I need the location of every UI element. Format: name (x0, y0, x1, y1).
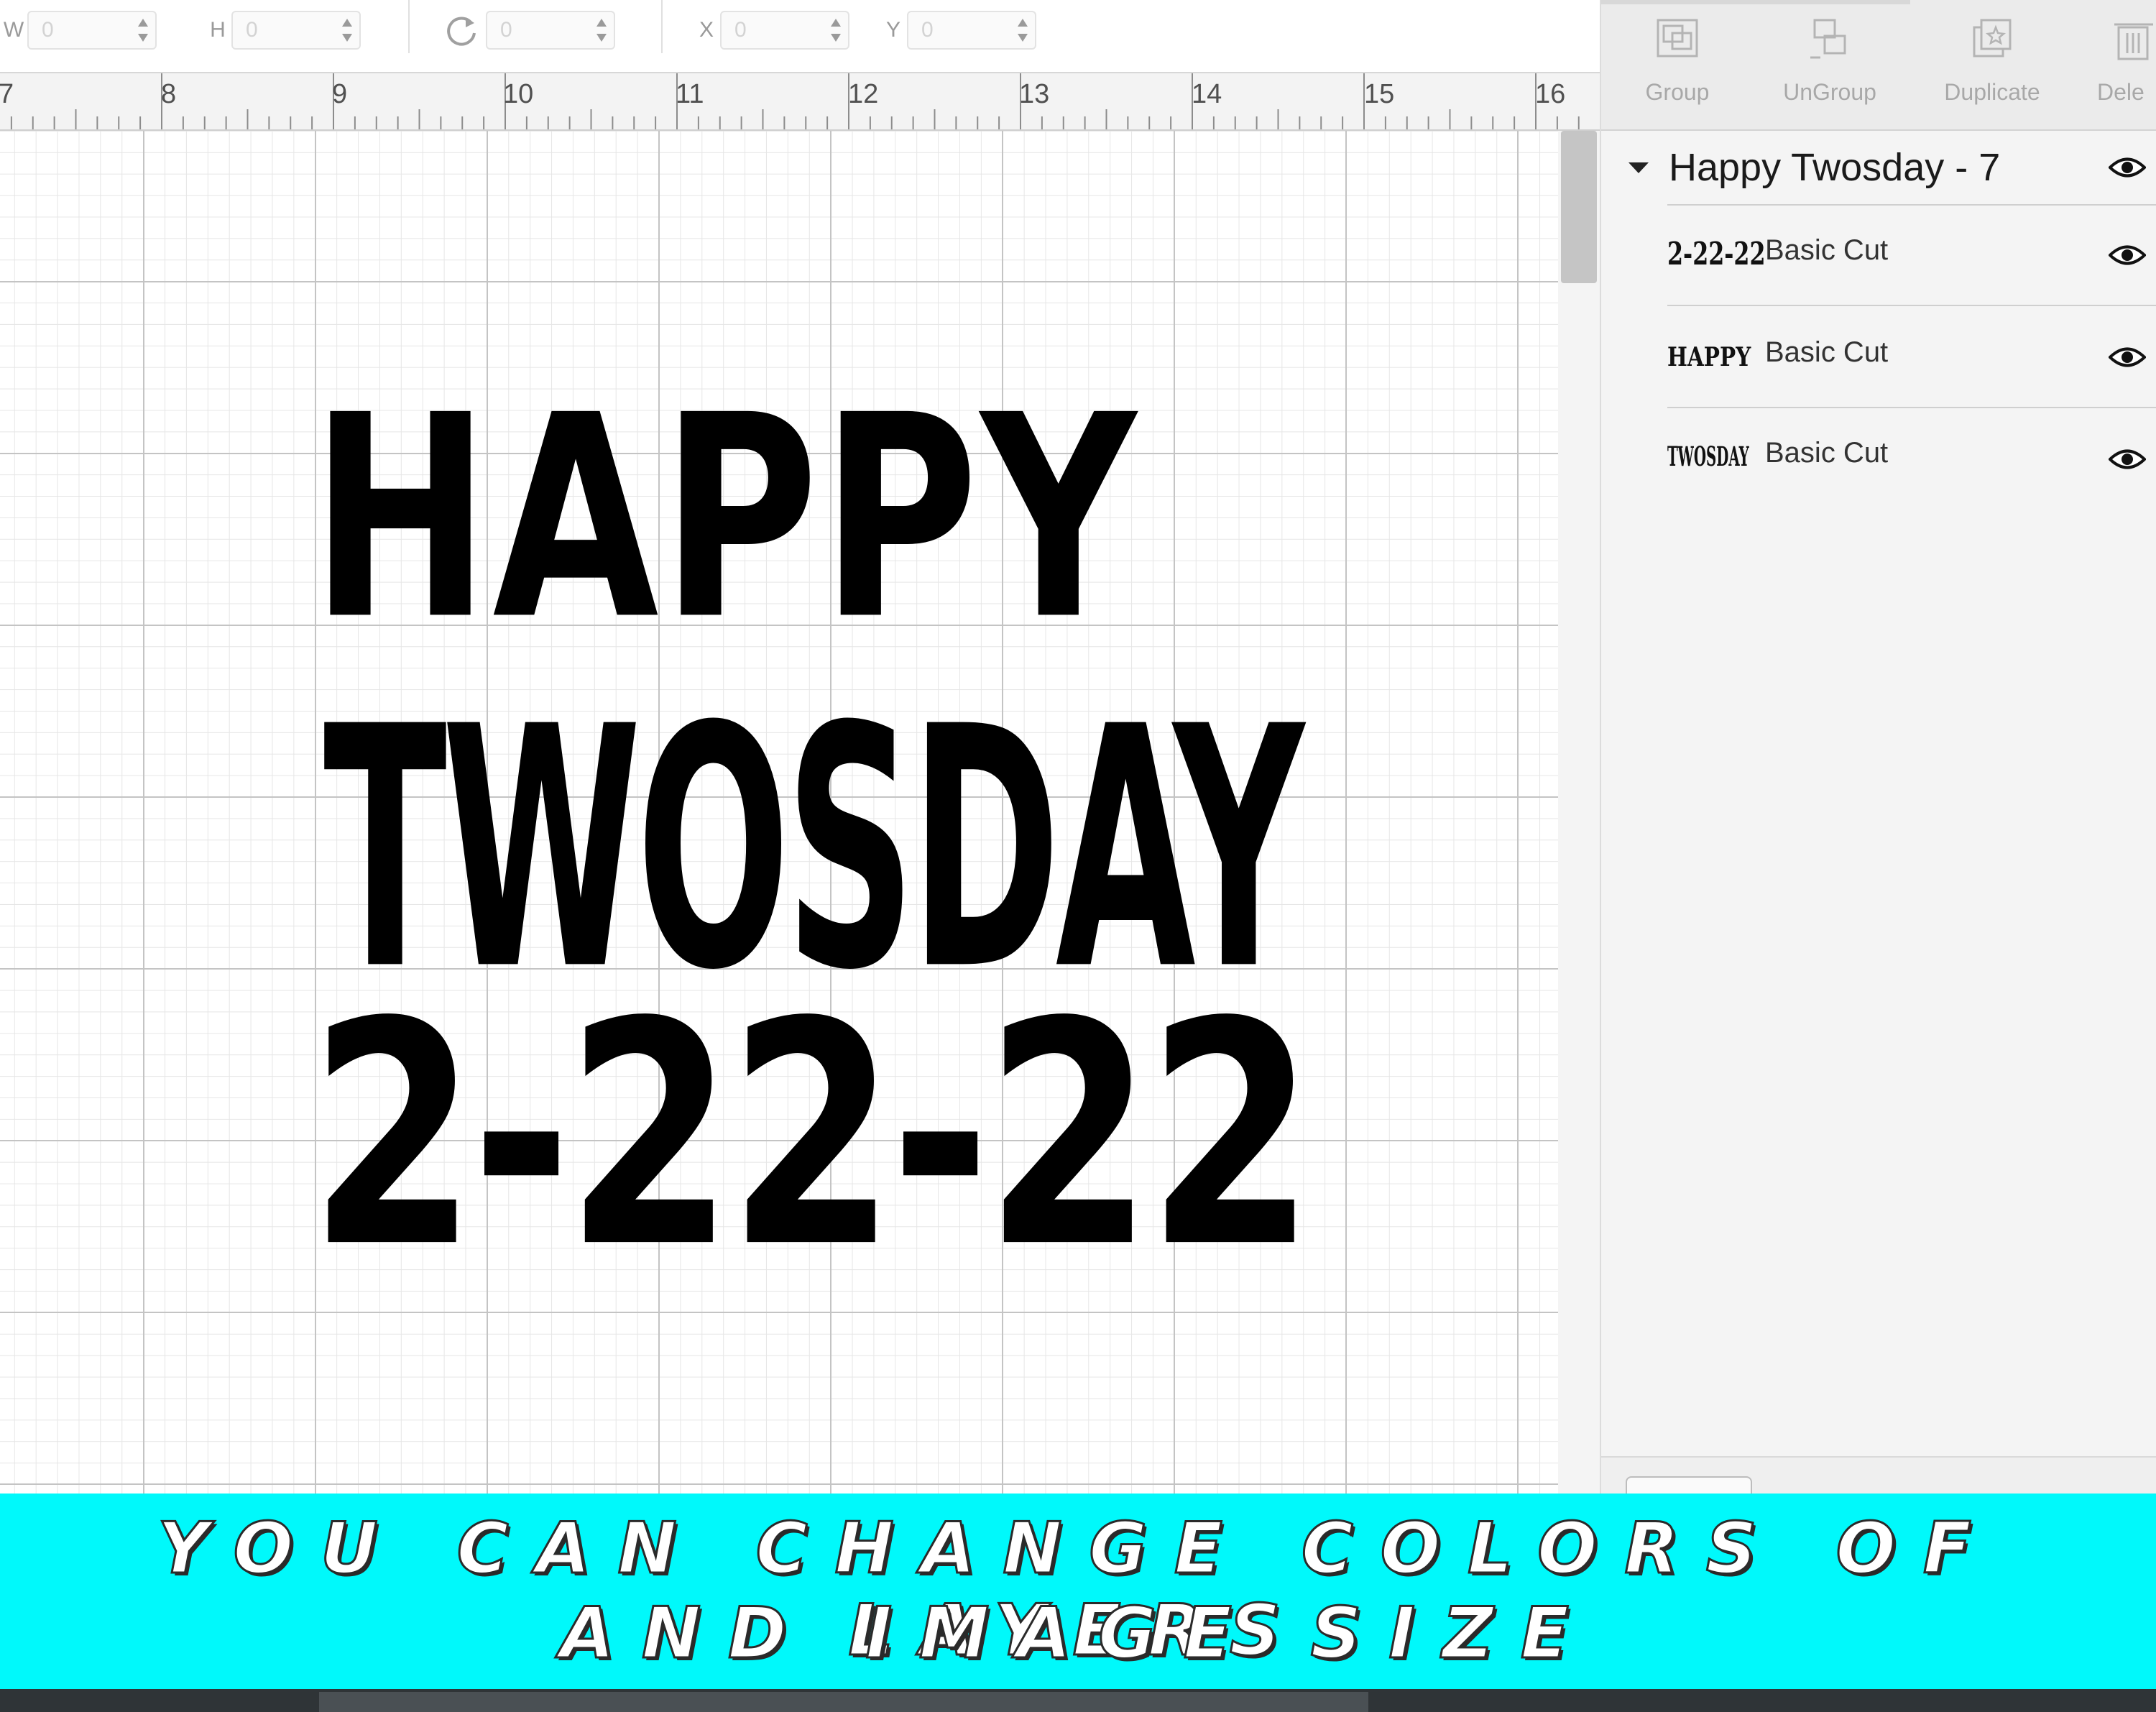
promo-banner: YOU CAN CHANGE COLORS OF LAYERS AND IMAG… (0, 1494, 2156, 1689)
banner-line-2: AND IMAGE SIZE (559, 1592, 1596, 1676)
rotate-field: 0 (486, 10, 615, 50)
duplicate-button[interactable]: Duplicate (1920, 16, 2064, 116)
ungroup-button[interactable]: UnGroup (1758, 16, 1902, 116)
visibility-eye-icon[interactable] (2109, 243, 2146, 267)
ruler-mark: 7 (0, 79, 14, 109)
duplicate-label: Duplicate (1944, 79, 2040, 105)
layer-group-row[interactable]: Happy Twosday - 7 (1601, 131, 2156, 206)
x-field: X 0 (693, 10, 849, 50)
ruler-mark: 10 (503, 79, 534, 109)
group-icon (1657, 19, 1698, 57)
height-input[interactable]: 0 (231, 11, 361, 50)
y-label: Y (885, 18, 900, 42)
layer-name: Basic Cut (1765, 234, 1889, 266)
ruler-mark: 8 (161, 79, 177, 109)
width-label: W (3, 18, 24, 42)
ruler-mark: 14 (1192, 79, 1222, 109)
y-value: 0 (921, 18, 934, 42)
height-value: 0 (246, 18, 258, 42)
y-field: Y 0 (880, 10, 1036, 50)
panel-tab-indicator (1601, 0, 1910, 4)
delete-label: Dele (2097, 79, 2145, 105)
layer-name: Basic Cut (1765, 437, 1889, 469)
y-stepper[interactable] (1018, 17, 1028, 43)
duplicate-icon (1973, 19, 2012, 57)
rotate-value: 0 (500, 18, 512, 42)
layer-thumbnail: 2-22-22 (1667, 236, 1766, 272)
trash-icon (2114, 23, 2153, 60)
panel-toolbar: Group UnGroup Duplicate Dele (1601, 0, 2156, 131)
design-text-date[interactable]: 2-22-22 (309, 982, 1315, 1290)
design-canvas[interactable]: HAPPY TWOSDAY 2-22-22 (0, 131, 1600, 1494)
toolbar-divider (408, 0, 410, 53)
toolbar: W 0 H 0 0 X 0 Y 0 (0, 0, 1600, 73)
rotate-stepper[interactable] (596, 17, 607, 43)
width-input[interactable]: 0 (27, 11, 157, 50)
design-text-happy[interactable]: HAPPY (310, 378, 1138, 658)
ruler-mark: 13 (1019, 79, 1050, 109)
bottom-strip (0, 1689, 2156, 1712)
ungroup-icon (1810, 19, 1846, 59)
height-stepper[interactable] (342, 17, 352, 43)
ruler-mark: 15 (1364, 79, 1395, 109)
panel-footer (1601, 1456, 2156, 1499)
layer-row[interactable]: HAPPY Basic Cut (1667, 305, 2156, 407)
ruler-mark: 11 (676, 79, 704, 109)
visibility-eye-icon[interactable] (2109, 447, 2146, 471)
ungroup-label: UnGroup (1783, 79, 1876, 105)
horizontal-ruler: 7 8 9 10 11 12 13 14 15 16 (0, 73, 1600, 131)
x-stepper[interactable] (831, 17, 841, 43)
height-label: H (210, 18, 226, 42)
x-value: 0 (734, 18, 747, 42)
ruler-ticks (10, 73, 1580, 129)
ruler-mark: 16 (1535, 79, 1566, 109)
layer-group-title: Happy Twosday - 7 (1669, 146, 2001, 189)
y-input[interactable]: 0 (907, 11, 1036, 50)
layers-panel: Group UnGroup Duplicate Dele Happy Twosd… (1600, 0, 2156, 1499)
happy-twosday-design[interactable]: HAPPY TWOSDAY 2-22-22 (0, 131, 1558, 1494)
canvas-scrollbar[interactable] (1558, 131, 1600, 1494)
layer-thumbnail: TWOSDAY (1667, 441, 1749, 473)
visibility-eye-icon[interactable] (2109, 155, 2146, 180)
bottom-strip-block (319, 1692, 1368, 1712)
toolbar-divider (661, 0, 663, 53)
height-field: H 0 (204, 10, 361, 50)
delete-button[interactable]: Dele (2097, 16, 2156, 116)
width-value: 0 (42, 18, 54, 42)
scrollbar-thumb[interactable] (1561, 131, 1597, 283)
x-label: X (699, 18, 714, 42)
layer-row[interactable]: 2-22-22 Basic Cut (1667, 204, 2156, 306)
rotate-input[interactable]: 0 (486, 11, 615, 50)
layer-name: Basic Cut (1765, 336, 1889, 368)
ruler-mark: 9 (332, 79, 348, 109)
collapse-caret-icon[interactable] (1628, 162, 1649, 173)
x-input[interactable]: 0 (720, 11, 849, 50)
layer-row[interactable]: TWOSDAY Basic Cut (1667, 407, 2156, 509)
group-button[interactable]: Group (1606, 16, 1749, 116)
layer-thumbnail: HAPPY (1667, 342, 1751, 372)
rotate-icon (447, 17, 476, 46)
visibility-eye-icon[interactable] (2109, 345, 2146, 369)
width-field: W 0 (0, 10, 157, 50)
width-stepper[interactable] (138, 17, 148, 43)
group-label: Group (1645, 79, 1710, 105)
ruler-mark: 12 (848, 79, 879, 109)
